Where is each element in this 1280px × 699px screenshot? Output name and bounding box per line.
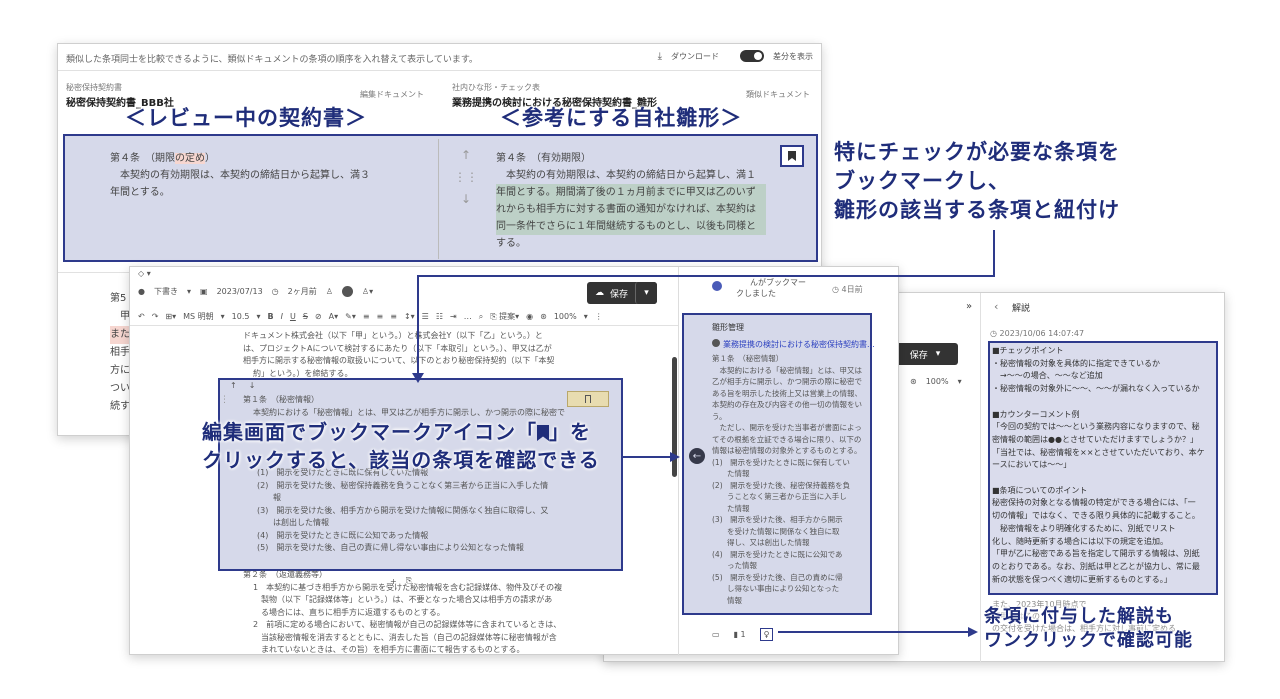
arrow-head — [670, 452, 680, 462]
caption-edit-tip: 編集画面でブックマークアイコン「 」を クリックすると、該当の条項を確認できる — [202, 420, 600, 472]
connector-bookmark — [417, 230, 995, 375]
arrow-head — [968, 627, 978, 637]
caption-comment-tip: 条項に付与した解説も ワンクリックで確認可能 — [984, 606, 1193, 651]
bookmark-icon — [537, 425, 549, 441]
connector-lines — [412, 230, 995, 637]
caption-bookmark-tip: 特にチェックが必要な条項を ブックマークし、 雛形の該当する条項と紐付け — [834, 140, 1120, 222]
arrow-head — [412, 373, 424, 383]
